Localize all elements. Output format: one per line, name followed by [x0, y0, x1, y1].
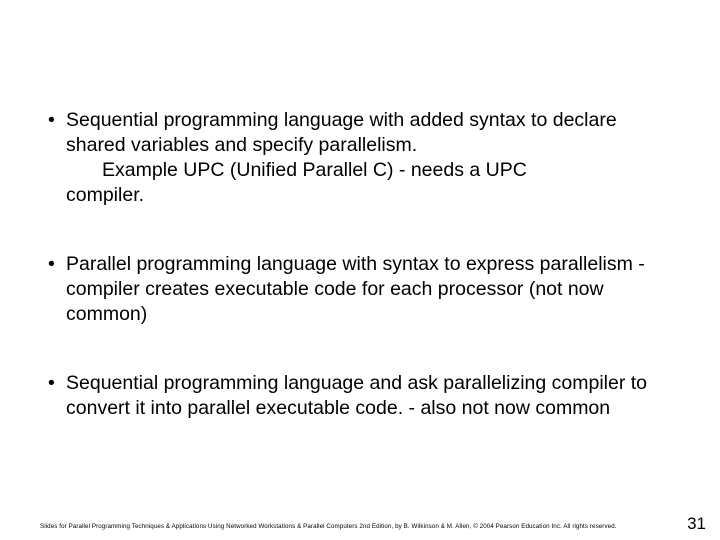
slide-body: • Sequential programming language with a…	[48, 108, 672, 421]
bullet-dot-icon: •	[48, 252, 66, 277]
bullet-1-text: Sequential programming language with add…	[66, 108, 672, 208]
slide: • Sequential programming language with a…	[0, 0, 720, 540]
footer-citation: Slides for Parallel Programming Techniqu…	[40, 523, 617, 530]
page-number: 31	[687, 514, 706, 534]
bullet-2-text: Parallel programming language with synta…	[66, 252, 672, 327]
bullet-dot-icon: •	[48, 108, 66, 133]
bullet-2: • Parallel programming language with syn…	[48, 252, 672, 327]
bullet-3-text: Sequential programming language and ask …	[66, 371, 672, 421]
bullet-1-example-line-a: Example UPC (Unified Parallel C) - needs…	[102, 158, 672, 183]
bullet-1-example-line-b: compiler.	[66, 184, 144, 206]
bullet-1-line1: Sequential programming language with add…	[66, 109, 617, 156]
bullet-dot-icon: •	[48, 371, 66, 396]
bullet-1: • Sequential programming language with a…	[48, 108, 672, 208]
bullet-3: • Sequential programming language and as…	[48, 371, 672, 421]
